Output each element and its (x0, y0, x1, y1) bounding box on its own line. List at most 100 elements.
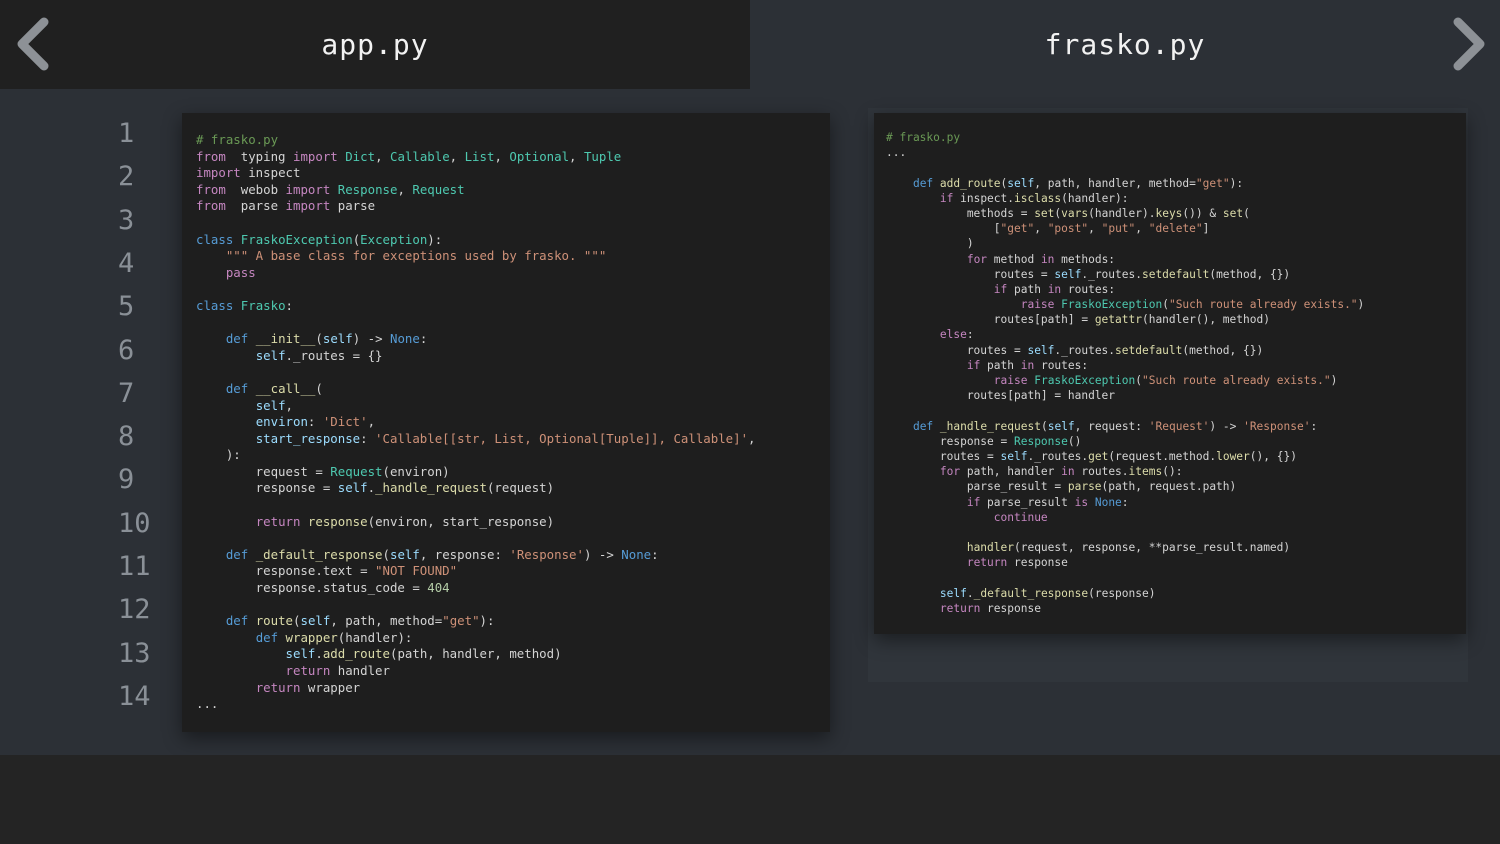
code-token: Response (1013, 434, 1068, 448)
code-token: (request, response, **parse_result.named… (1013, 541, 1291, 555)
code-token: (response) (1088, 586, 1156, 600)
code-token: return (255, 679, 301, 695)
code-token: , (367, 414, 376, 430)
code-token: ): (479, 613, 495, 629)
code-token: method (987, 252, 1041, 266)
code-line: start_response: 'Callable[[str, List, Op… (196, 431, 830, 448)
code-token: "put" (1101, 222, 1136, 236)
code-token: (environ) (382, 463, 450, 479)
code-token: 'Request' (1148, 419, 1210, 433)
code-token: FraskoException (1034, 374, 1136, 387)
code-token: from (196, 181, 226, 197)
code-line: routes[path] = handler (886, 388, 1466, 403)
code-token: import (292, 148, 338, 164)
tab-frasko-py[interactable]: frasko.py (750, 0, 1500, 89)
code-token: is (1074, 495, 1089, 509)
code-token: if (939, 191, 954, 205)
code-token: self (337, 480, 368, 496)
code-token: (path, request.path) (1101, 480, 1237, 494)
code-token: setdefault (1115, 343, 1183, 357)
code-token: raise (1020, 298, 1055, 312)
code-token: routes[path] = handler (886, 389, 1116, 403)
code-line: raise FraskoException("Such route alread… (886, 373, 1466, 388)
code-token: , path, method= (330, 613, 443, 629)
code-token: ( (1162, 298, 1169, 312)
code-token: ) (1357, 298, 1365, 312)
code-line: """ A base class for exceptions used by … (196, 248, 830, 265)
code-token: vars (1061, 206, 1089, 220)
code-line: routes = self._routes.setdefault(method,… (886, 343, 1466, 358)
chevron-right-icon[interactable] (1450, 16, 1490, 72)
code-token: ) (1330, 374, 1338, 387)
code-line: ["get", "post", "put", "delete"] (886, 221, 1466, 236)
code-token: if (966, 495, 981, 509)
code-token: Dict (345, 148, 376, 164)
code-token: for (939, 465, 961, 479)
code-token: ): (427, 231, 443, 247)
code-token: path (980, 358, 1021, 372)
code-token: # frasko.py (886, 131, 961, 144)
code-line: methods = set(vars(handler).keys()) & se… (886, 206, 1466, 221)
code-token: parse (225, 198, 286, 214)
code-line: def __call__( (196, 381, 830, 398)
line-number: 6 (118, 334, 135, 366)
code-token: (request) (486, 480, 555, 496)
code-token: 'Response' (509, 546, 584, 562)
code-token: : (419, 331, 428, 347)
code-token: (environ, start_response) (367, 513, 555, 529)
code-token: . (367, 480, 376, 496)
code-token: raise (993, 374, 1028, 387)
code-token: if (993, 282, 1008, 296)
code-token: keys (1155, 206, 1183, 220)
code-token: ) (886, 237, 974, 251)
code-token: response.text = (196, 563, 376, 579)
code-token: self (390, 546, 420, 562)
code-token: parse (330, 198, 376, 214)
code-line: self._routes = {} (196, 348, 830, 365)
code-token: self (1007, 176, 1035, 190)
code-line: environ: 'Dict', (196, 414, 830, 431)
line-number: 2 (118, 161, 135, 193)
code-token: "NOT FOUND" (375, 563, 458, 579)
code-token: typing (225, 148, 293, 164)
code-line: for method in methods: (886, 252, 1466, 267)
code-token: set (1034, 206, 1055, 220)
code-line: def add_route(self, path, handler, metho… (886, 176, 1466, 191)
code-token: return (966, 556, 1008, 570)
code-line: pass (196, 265, 830, 282)
code-token: return (255, 513, 301, 529)
code-editor-app-py[interactable]: # frasko.py from typing import Dict, Call… (182, 113, 830, 732)
chevron-left-icon[interactable] (12, 16, 52, 72)
code-line: import inspect (196, 165, 830, 182)
code-token: ._routes. (1027, 449, 1089, 463)
code-editor-frasko-py[interactable]: # frasko.py... def add_route(self, path,… (874, 113, 1466, 634)
code-token: def (225, 380, 249, 396)
tab-app-py[interactable]: app.py (0, 0, 750, 89)
code-token: , (1034, 222, 1048, 236)
code-token: 'Dict' (322, 414, 368, 430)
code-token: self (1054, 267, 1082, 281)
code-token: ( (315, 380, 323, 396)
code-token: response (307, 513, 368, 529)
line-number: 12 (118, 594, 151, 626)
code-line: ... (886, 145, 1466, 160)
code-token: in (1040, 252, 1055, 266)
code-line: class FraskoException(Exception): (196, 232, 830, 249)
code-line: from webob import Response, Request (196, 182, 830, 199)
code-token: webob (225, 181, 286, 197)
code-token: (path, handler, method) (389, 646, 562, 662)
